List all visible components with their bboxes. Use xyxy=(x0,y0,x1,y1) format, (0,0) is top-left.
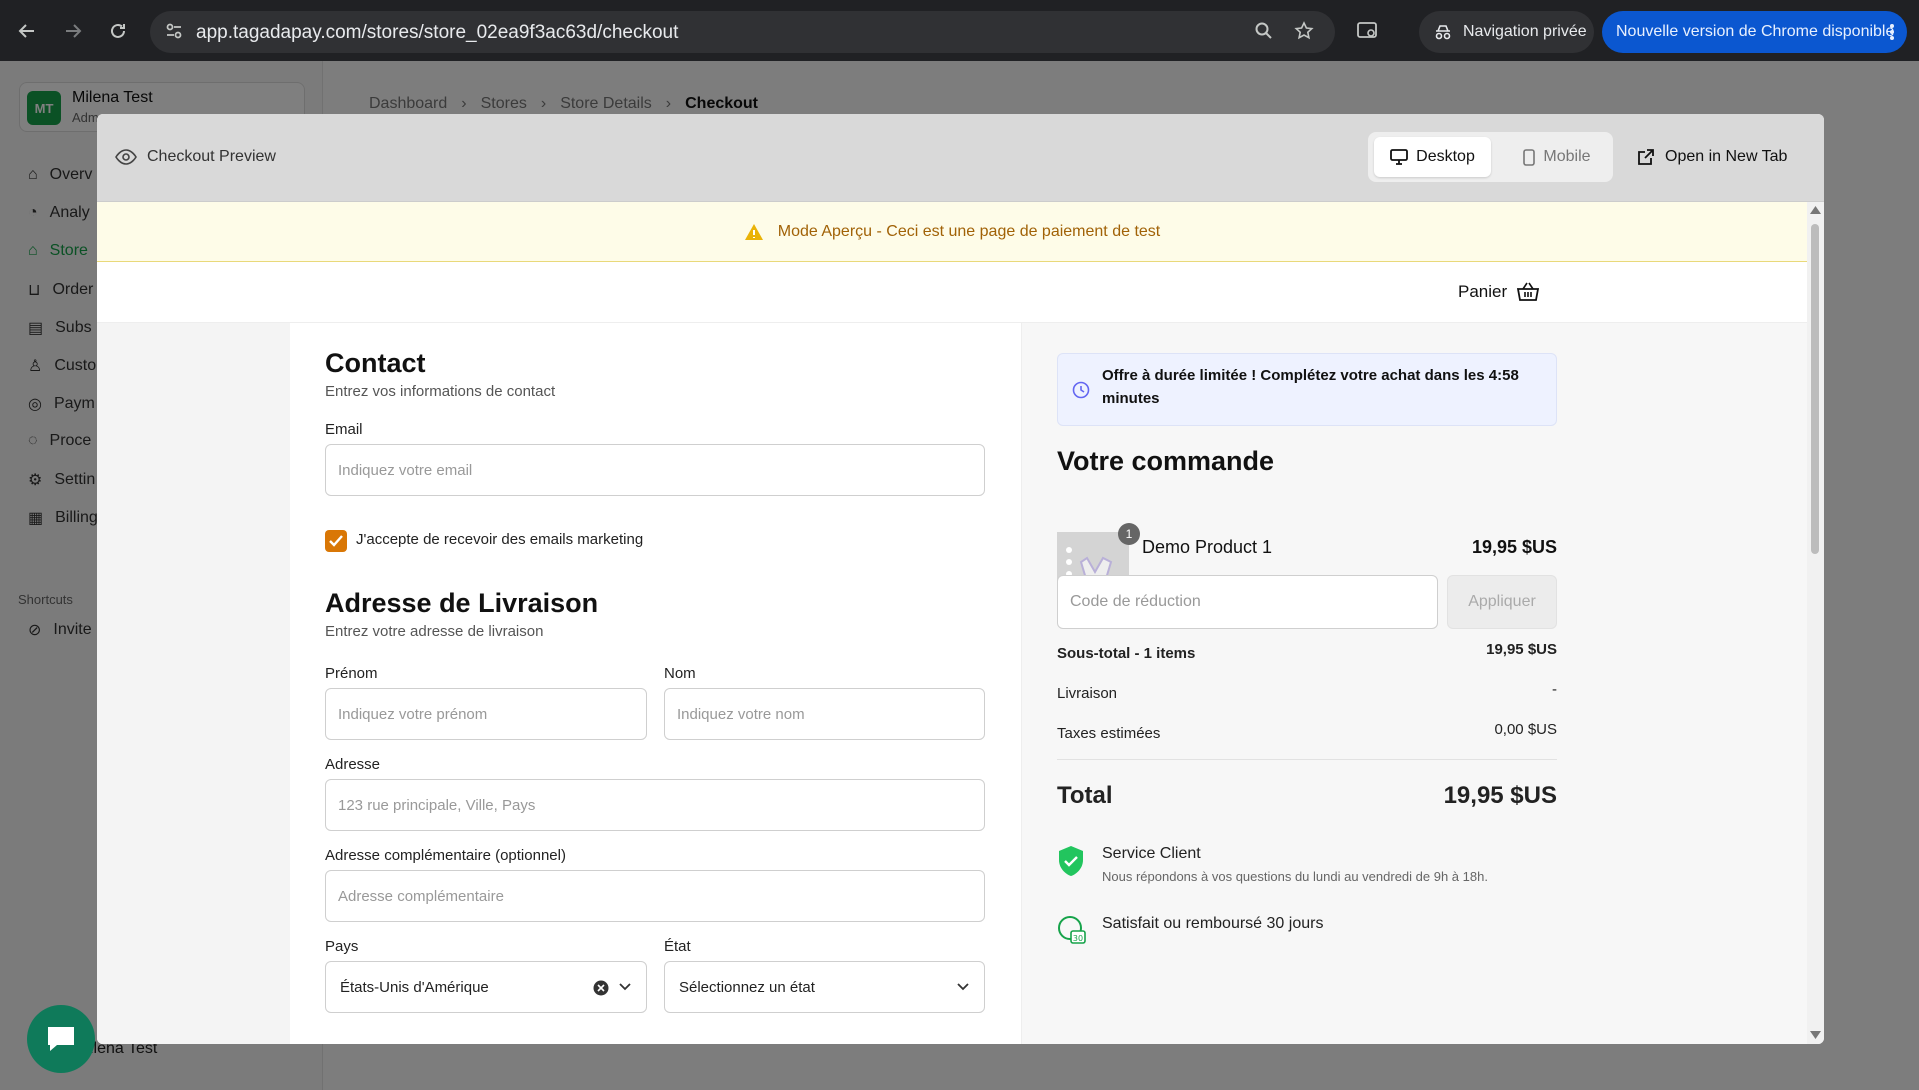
scroll-down-icon[interactable] xyxy=(1810,1031,1821,1039)
summary-divider xyxy=(1057,759,1557,760)
clear-icon[interactable] xyxy=(593,980,609,996)
basket-icon xyxy=(1517,282,1540,302)
tax-row: Taxes estimées 0,00 $US xyxy=(1057,721,1557,742)
chrome-update-button[interactable]: Nouvelle version de Chrome disponible xyxy=(1602,11,1907,53)
clock-icon xyxy=(1072,381,1090,399)
apply-discount-button[interactable]: Appliquer xyxy=(1447,575,1557,629)
contact-title: Contact xyxy=(325,348,426,378)
country-label: Pays xyxy=(325,938,359,955)
feature-customer-service: Service Client Nous répondons à vos ques… xyxy=(1057,845,1488,884)
quantity-badge: 1 xyxy=(1118,523,1140,545)
feature-money-back: 30 Satisfait ou remboursé 30 jours xyxy=(1057,915,1323,944)
email-label: Email xyxy=(325,421,363,438)
order-summary: Offre à durée limitée ! Complétez votre … xyxy=(1022,323,1807,1044)
product-price: 19,95 $US xyxy=(1471,537,1557,557)
address-field[interactable]: 123 rue principale, Ville, Pays xyxy=(325,779,985,831)
open-new-tab-button[interactable]: Open in New Tab xyxy=(1637,148,1787,166)
contact-subtitle: Entrez vos informations de contact xyxy=(325,383,556,400)
view-desktop-button[interactable]: Desktop xyxy=(1374,137,1491,177)
shipping-title: Adresse de Livraison xyxy=(325,588,599,618)
site-info-icon[interactable] xyxy=(164,21,184,41)
modal-title: Checkout Preview xyxy=(115,148,276,166)
scroll-up-icon[interactable] xyxy=(1810,206,1821,214)
reload-icon[interactable] xyxy=(105,18,131,44)
last-name-field[interactable]: Indiquez votre nom xyxy=(664,688,985,740)
first-name-label: Prénom xyxy=(325,665,378,682)
address-label: Adresse xyxy=(325,756,381,773)
marketing-checkbox[interactable] xyxy=(325,530,347,552)
chevron-down-icon xyxy=(618,982,632,992)
forward-icon[interactable] xyxy=(60,18,86,44)
preview-scrollbar[interactable] xyxy=(1807,202,1824,1044)
chevron-down-icon xyxy=(956,982,970,992)
view-toggle: Desktop Mobile xyxy=(1368,132,1613,182)
preview-mode-banner: Mode Aperçu - Ceci est une page de paiem… xyxy=(97,202,1807,262)
tab-search-icon[interactable] xyxy=(1357,21,1379,41)
first-name-field[interactable]: Indiquez votre prénom xyxy=(325,688,647,740)
url-text[interactable]: app.tagadapay.com/stores/store_02ea9f3ac… xyxy=(196,22,678,44)
incognito-icon xyxy=(1433,22,1453,42)
eye-icon xyxy=(115,149,137,165)
checkout-header: Panier xyxy=(97,262,1807,323)
smartphone-icon xyxy=(1523,148,1536,166)
checkout-preview-modal: Checkout Preview Desktop Mobile Open in … xyxy=(97,114,1824,1044)
back-icon[interactable] xyxy=(14,18,40,44)
view-mobile-button[interactable]: Mobile xyxy=(1509,137,1605,177)
email-field[interactable]: Indiquez votre email xyxy=(325,444,985,496)
zoom-icon[interactable] xyxy=(1254,21,1274,41)
private-mode-indicator[interactable]: Navigation privée xyxy=(1419,11,1594,53)
modal-header: Checkout Preview Desktop Mobile Open in … xyxy=(97,114,1824,202)
private-mode-label: Navigation privée xyxy=(1463,23,1587,40)
total-row: Total 19,95 $US xyxy=(1057,782,1557,809)
address-bar[interactable]: app.tagadapay.com/stores/store_02ea9f3ac… xyxy=(150,11,1335,53)
cart-link[interactable]: Panier xyxy=(1458,282,1540,302)
discount-code-field[interactable]: Code de réduction xyxy=(1057,575,1438,629)
marketing-checkbox-label[interactable]: J'accepte de recevoir des emails marketi… xyxy=(356,531,643,548)
chrome-update-label: Nouvelle version de Chrome disponible xyxy=(1616,23,1895,40)
browser-toolbar: app.tagadapay.com/stores/store_02ea9f3ac… xyxy=(0,0,1919,61)
shield-check-icon xyxy=(1057,845,1085,877)
chat-launcher-button[interactable] xyxy=(27,1005,95,1073)
state-label: État xyxy=(664,938,691,955)
state-select[interactable]: Sélectionnez un état xyxy=(664,961,985,1013)
country-value: États-Unis d'Amérique xyxy=(340,978,489,996)
product-name: Demo Product 1 xyxy=(1142,537,1273,557)
checkout-form: Contact Entrez vos informations de conta… xyxy=(290,323,1022,1044)
more-vert-icon xyxy=(1889,22,1895,42)
address2-field[interactable]: Adresse complémentaire xyxy=(325,870,985,922)
address2-label: Adresse complémentaire (optionnel) xyxy=(325,847,566,864)
chat-icon xyxy=(45,1024,77,1054)
limited-offer-banner: Offre à durée limitée ! Complétez votre … xyxy=(1057,353,1557,426)
warning-icon xyxy=(744,223,764,241)
order-title: Votre commande xyxy=(1057,446,1275,476)
country-select[interactable]: États-Unis d'Amérique xyxy=(325,961,647,1013)
left-gutter xyxy=(97,323,290,1044)
state-placeholder: Sélectionnez un état xyxy=(679,978,815,996)
external-link-icon xyxy=(1637,148,1655,166)
monitor-icon xyxy=(1390,149,1409,165)
scrollbar-thumb[interactable] xyxy=(1811,224,1819,554)
shipping-row: Livraison - xyxy=(1057,681,1557,702)
calendar-30-icon: 30 xyxy=(1057,915,1087,945)
shipping-subtitle: Entrez votre adresse de livraison xyxy=(325,623,544,640)
bookmark-star-icon[interactable] xyxy=(1294,21,1314,41)
svg-text:30: 30 xyxy=(1073,934,1083,943)
subtotal-row: Sous-total - 1 items 19,95 $US xyxy=(1057,641,1557,662)
checkout-preview-frame: Mode Aperçu - Ceci est une page de paiem… xyxy=(97,202,1807,1044)
last-name-label: Nom xyxy=(664,665,696,682)
